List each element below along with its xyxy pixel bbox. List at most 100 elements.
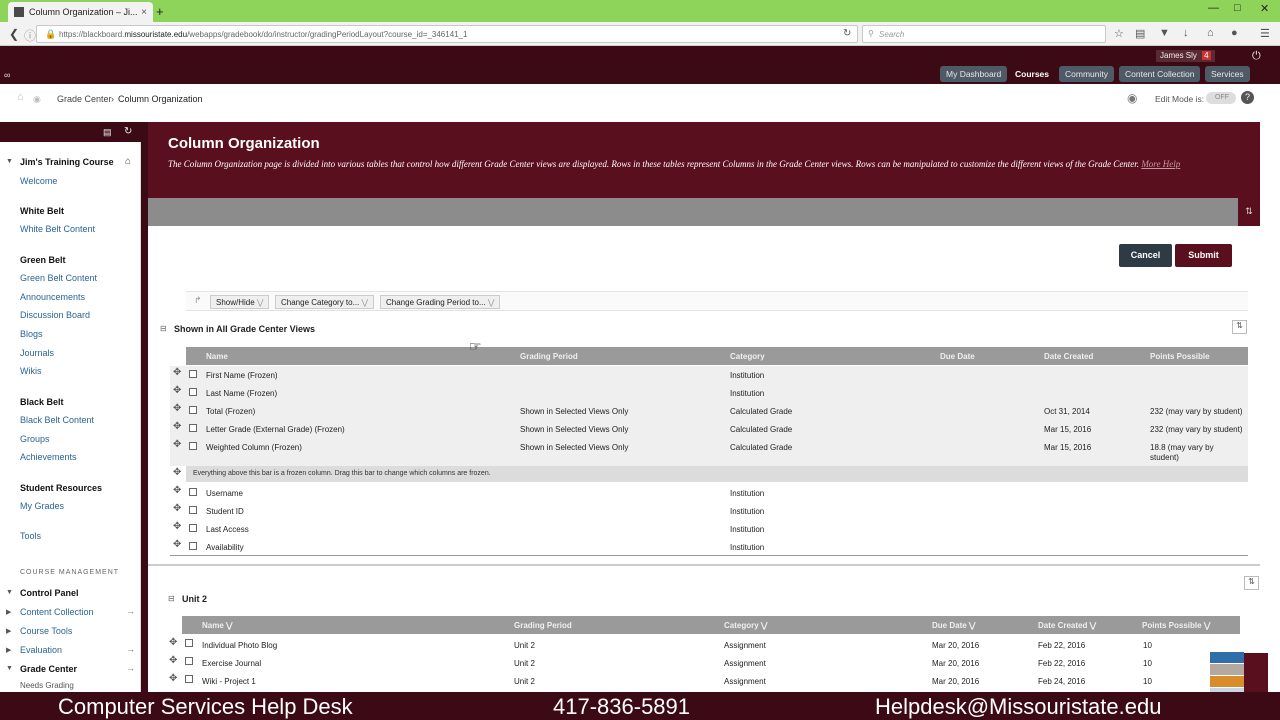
drag-handle-icon[interactable]: ✥ [173, 385, 181, 396]
folder-icon[interactable]: ▤ [103, 127, 112, 138]
sidebar-item-discussion-board[interactable]: Discussion Board [20, 310, 90, 320]
table-row[interactable]: ✥ Exercise Journal Unit 2 Assignment Mar… [166, 654, 1240, 672]
search-input[interactable]: ⚲ Search [862, 25, 1106, 43]
table-row[interactable]: ✥ Last Access Institution [170, 520, 1248, 538]
sidebar-grade-center[interactable]: Grade Center [20, 664, 77, 674]
palette-swatch[interactable] [1210, 676, 1244, 687]
col-header-name[interactable]: Name ⋁ [202, 621, 233, 630]
sidebar-item-journals[interactable]: Journals [20, 348, 54, 358]
drag-handle-icon[interactable]: ✥ [169, 655, 177, 666]
content-collection-arrow-icon[interactable]: ▶ [6, 608, 11, 616]
drag-handle-icon[interactable]: ✥ [173, 439, 181, 450]
col-header-category[interactable]: Category [730, 352, 765, 361]
change-grading-period-button[interactable]: Change Grading Period to... ⋁ [380, 295, 501, 309]
col-header-due-date[interactable]: Due Date ⋁ [932, 621, 975, 630]
sidebar-item-welcome[interactable]: Welcome [20, 176, 57, 186]
chat-icon[interactable]: ● [1231, 27, 1238, 39]
drag-handle-icon[interactable]: ✥ [173, 403, 181, 414]
col-header-category[interactable]: Category ⋁ [724, 621, 767, 630]
drag-handle-icon[interactable]: ✥ [173, 521, 181, 532]
grade-center-arrow-icon[interactable]: ▼ [6, 665, 13, 672]
drag-handle-icon[interactable]: ✥ [173, 485, 181, 496]
sidebar-head-student-resources[interactable]: Student Resources [20, 483, 102, 493]
change-category-button[interactable]: Change Category to... ⋁ [275, 295, 375, 309]
sidebar-needs-grading[interactable]: Needs Grading [20, 681, 74, 690]
table-row[interactable]: ✥ Wiki - Project 1 Unit 2 Assignment Mar… [166, 672, 1240, 690]
minimize-icon[interactable]: — [1208, 2, 1219, 14]
sidebar-control-panel[interactable]: Control Panel [20, 588, 79, 598]
home-icon[interactable]: ⌂ [17, 91, 24, 103]
sidebar-divider[interactable] [141, 122, 148, 692]
grade-center-expand-icon[interactable]: → [126, 663, 135, 673]
nav-services[interactable]: Services [1205, 66, 1250, 82]
cancel-button[interactable]: Cancel [1119, 244, 1172, 267]
table-row[interactable]: ✥ Availability Institution [170, 538, 1248, 556]
collapse-arrow-icon[interactable]: ▼ [6, 158, 13, 165]
palette-swatch[interactable] [1210, 664, 1244, 675]
table-row[interactable]: ✥ Letter Grade (External Grade) (Frozen)… [170, 420, 1248, 438]
help-icon[interactable]: ? [1241, 91, 1254, 104]
control-panel-arrow-icon[interactable]: ▼ [6, 589, 13, 596]
visibility-icon[interactable]: ◉ [1127, 91, 1137, 105]
sidebar-course-tools[interactable]: Course Tools [20, 626, 72, 636]
more-help-link[interactable]: More Help [1141, 159, 1180, 169]
logout-icon[interactable]: ⏻ [1252, 50, 1261, 63]
new-tab-button[interactable]: + [156, 4, 164, 19]
browser-tab[interactable]: Column Organization – Ji... × [8, 2, 153, 22]
table-row[interactable]: ✥ Individual Photo Blog Unit 2 Assignmen… [166, 636, 1240, 654]
sidebar-item-achievements[interactable]: Achievements [20, 452, 77, 462]
info-icon[interactable]: ⓘ [24, 27, 36, 44]
evaluation-expand-icon[interactable]: → [126, 644, 135, 654]
back-icon[interactable]: ❮ [9, 27, 19, 41]
reading-list-icon[interactable]: ▤ [1135, 27, 1145, 40]
row-checkbox[interactable] [185, 639, 193, 647]
table-row[interactable]: ✥ First Name (Frozen) Institution [170, 366, 1248, 384]
drag-handle-icon[interactable]: ✥ [173, 539, 181, 550]
row-checkbox[interactable] [189, 542, 197, 550]
col-header-due-date[interactable]: Due Date [940, 352, 975, 361]
evaluation-arrow-icon[interactable]: ▶ [6, 646, 11, 654]
sidebar-head-green-belt[interactable]: Green Belt [20, 255, 66, 265]
col-header-grading-period[interactable]: Grading Period [514, 621, 572, 630]
row-checkbox[interactable] [185, 675, 193, 683]
bookmark-star-icon[interactable]: ☆ [1114, 27, 1124, 40]
collapse-header-icon[interactable]: ⇅ [1238, 198, 1260, 226]
frozen-bar-drag-icon[interactable]: ✥ [173, 467, 181, 478]
row-checkbox[interactable] [189, 506, 197, 514]
course-tools-arrow-icon[interactable]: ▶ [6, 627, 11, 635]
row-checkbox[interactable] [189, 488, 197, 496]
breadcrumb-grade-center[interactable]: Grade Center [57, 94, 112, 104]
pocket-icon[interactable]: ▼ [1159, 27, 1170, 39]
section-collapse-icon[interactable]: ⊟ [168, 594, 175, 603]
maximize-icon[interactable]: □ [1234, 2, 1241, 14]
sidebar-item-announcements[interactable]: Announcements [20, 292, 85, 302]
sidebar-head-black-belt[interactable]: Black Belt [20, 397, 64, 407]
content-collection-expand-icon[interactable]: → [126, 606, 135, 616]
row-checkbox[interactable] [189, 424, 197, 432]
drag-handle-icon[interactable]: ✥ [173, 367, 181, 378]
sidebar-content-collection[interactable]: Content Collection [20, 607, 94, 617]
col-header-date-created[interactable]: Date Created ⋁ [1038, 621, 1096, 630]
show-hide-button[interactable]: Show/Hide ⋁ [210, 295, 270, 309]
sidebar-item-blogs[interactable]: Blogs [20, 329, 43, 339]
col-header-date-created[interactable]: Date Created [1044, 352, 1093, 361]
row-checkbox[interactable] [189, 406, 197, 414]
col-header-points-possible[interactable]: Points Possible ⋁ [1142, 621, 1210, 630]
row-checkbox[interactable] [189, 370, 197, 378]
sort-section-icon[interactable]: ⇅ [1244, 576, 1259, 590]
table-row[interactable]: ✥ Total (Frozen) Shown in Selected Views… [170, 402, 1248, 420]
row-checkbox[interactable] [185, 657, 193, 665]
col-header-name[interactable]: Name [206, 352, 228, 361]
home-icon[interactable]: ⌂ [1207, 27, 1214, 39]
drag-handle-icon[interactable]: ✥ [173, 421, 181, 432]
table-row[interactable]: ✥ Weighted Column (Frozen) Shown in Sele… [170, 438, 1248, 466]
user-menu[interactable]: James Sly 4 [1156, 50, 1215, 62]
sidebar-item-wikis[interactable]: Wikis [20, 366, 42, 376]
sidebar-item-black-belt-content[interactable]: Black Belt Content [20, 415, 94, 425]
menu-icon[interactable]: ☰ [1260, 27, 1270, 40]
sort-section-icon[interactable]: ⇅ [1232, 320, 1247, 334]
drag-handle-icon[interactable]: ✥ [169, 673, 177, 684]
tab-close-icon[interactable]: × [141, 7, 147, 18]
col-header-points-possible[interactable]: Points Possible [1150, 352, 1210, 361]
sidebar-item-tools[interactable]: Tools [20, 531, 41, 541]
